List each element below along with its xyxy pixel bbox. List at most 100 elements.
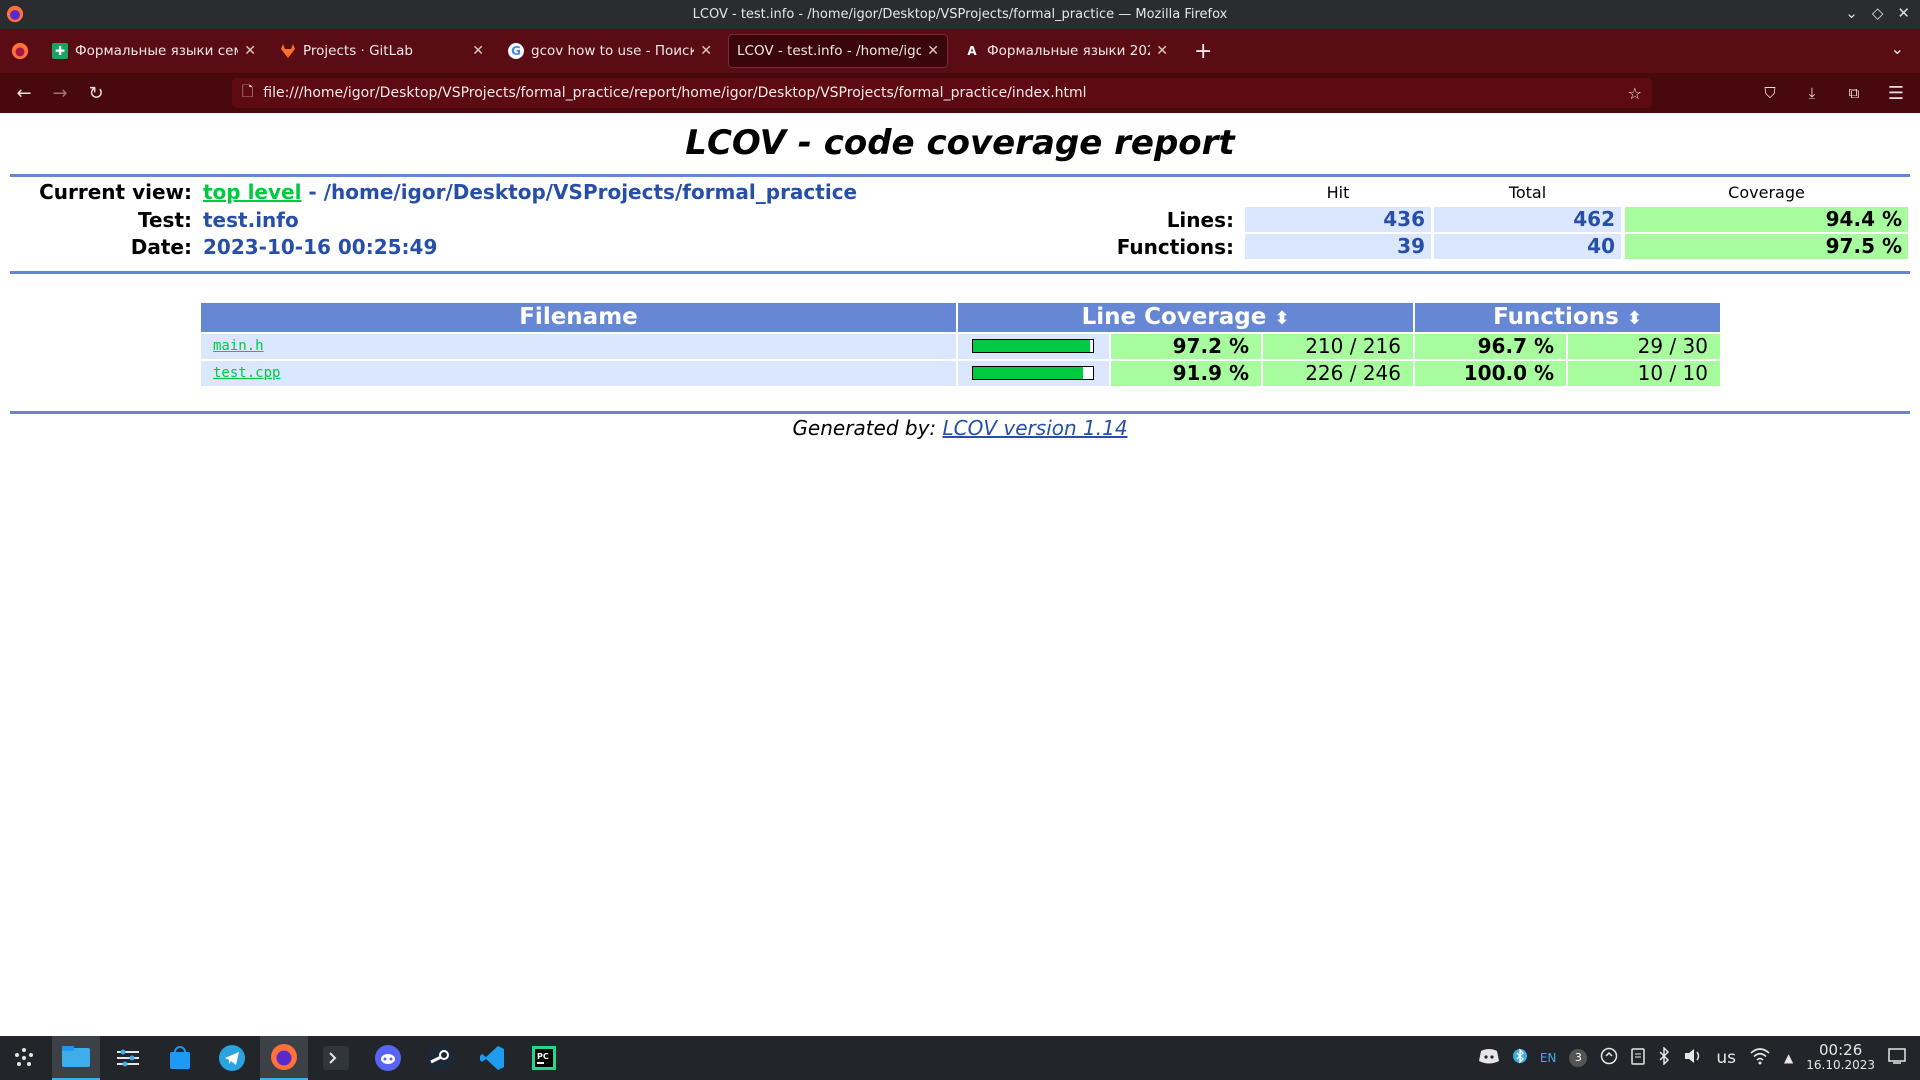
vscode-icon[interactable]: [468, 1036, 516, 1080]
firefox-view-button[interactable]: [0, 29, 40, 73]
window-titlebar: LCOV - test.info - /home/igor/Desktop/VS…: [0, 0, 1920, 29]
column-header-functions[interactable]: Functions ⬍: [1415, 303, 1720, 332]
table-row-filename: main.h: [201, 334, 956, 359]
app-launcher-icon[interactable]: [0, 1036, 48, 1080]
test-value: test.info: [203, 208, 299, 232]
hamburger-menu-icon[interactable]: ☰: [1878, 75, 1914, 111]
sheets-icon: ✚: [52, 43, 68, 59]
maximize-icon[interactable]: ◇: [1872, 4, 1884, 22]
url-bar[interactable]: 🗋 file:///home/igor/Desktop/VSProjects/f…: [232, 78, 1652, 108]
line-coverage-percent: 97.2 %: [1111, 334, 1261, 359]
line-coverage-ratio: 226 / 246: [1263, 361, 1413, 386]
pycharm-icon[interactable]: PC: [520, 1036, 568, 1080]
lines-total: 462: [1434, 207, 1621, 232]
tab-lcov-report[interactable]: LCOV - test.info - /home/igor/D ✕: [728, 34, 948, 68]
keyboard-layout[interactable]: us: [1716, 1048, 1736, 1068]
pocket-icon[interactable]: ⛉: [1752, 75, 1788, 111]
discord-tray-icon[interactable]: [1478, 1048, 1500, 1068]
tab-label: Формальные языки семи: [75, 43, 239, 59]
telegram-icon[interactable]: [208, 1036, 256, 1080]
forward-arrow-icon[interactable]: →: [42, 75, 78, 111]
minimize-icon[interactable]: ⌄: [1845, 4, 1858, 22]
bluetooth-icon[interactable]: [1658, 1046, 1670, 1069]
notifications-badge-icon[interactable]: 3: [1569, 1049, 1588, 1067]
discover-store-icon[interactable]: [156, 1036, 204, 1080]
functions-coverage: 97.5 %: [1625, 234, 1908, 259]
firefox-logo-icon: [6, 5, 24, 23]
current-view-value: top level - /home/igor/Desktop/VSProject…: [203, 180, 857, 204]
tab-close-icon[interactable]: ✕: [244, 43, 256, 59]
line-coverage-ratio: 210 / 216: [1263, 334, 1413, 359]
close-icon[interactable]: ✕: [1897, 4, 1910, 22]
tab-google-search[interactable]: G gcov how to use - Поиск в ✕: [500, 34, 720, 68]
page-content: LCOV - code coverage report Current view…: [0, 113, 1920, 1036]
coverage-bar-cell: [958, 334, 1109, 359]
file-manager-icon[interactable]: [52, 1036, 100, 1080]
google-icon: G: [508, 43, 524, 59]
downloads-icon[interactable]: ⤓: [1794, 75, 1830, 111]
keyboard-language[interactable]: EN: [1540, 1051, 1557, 1065]
coverage-bar-fill: [973, 340, 1090, 352]
tab-label: Формальные языки 2023: [987, 43, 1151, 59]
footer: Generated by: LCOV version 1.14: [0, 416, 1920, 440]
reload-icon[interactable]: ↻: [78, 75, 114, 111]
extensions-icon[interactable]: ⧉: [1836, 75, 1872, 111]
sort-arrows-icon[interactable]: ⬍: [1627, 308, 1642, 329]
divider-top: [10, 174, 1910, 177]
discord-icon[interactable]: [364, 1036, 412, 1080]
tab-close-icon[interactable]: ✕: [1156, 43, 1168, 59]
column-header-line-coverage[interactable]: Line Coverage ⬍: [958, 303, 1413, 332]
system-settings-icon[interactable]: [104, 1036, 152, 1080]
file-link-test-cpp[interactable]: test.cpp: [213, 365, 280, 381]
divider-middle: [10, 271, 1910, 274]
summary-header-total: Total: [1508, 183, 1547, 202]
tab-formal-languages-sheet[interactable]: ✚ Формальные языки семи ✕: [44, 34, 264, 68]
notifications-count: 3: [1574, 1051, 1582, 1064]
bluetooth-app-icon[interactable]: [1512, 1046, 1527, 1070]
function-coverage-ratio: 10 / 10: [1568, 361, 1720, 386]
clipboard-icon[interactable]: [1631, 1047, 1646, 1069]
coverage-bar: [972, 366, 1094, 380]
volume-icon[interactable]: [1683, 1047, 1703, 1069]
bookmark-star-icon[interactable]: ☆: [1628, 84, 1642, 103]
functions-hit: 39: [1245, 234, 1431, 259]
sort-arrows-icon[interactable]: ⬍: [1274, 308, 1289, 329]
tab-strip: ✚ Формальные языки семи ✕ Projects · Git…: [0, 29, 1920, 73]
functions-header-label: Functions: [1493, 304, 1619, 330]
tab-close-icon[interactable]: ✕: [700, 43, 712, 59]
new-tab-plus-icon[interactable]: +: [1194, 39, 1212, 64]
system-tray: EN 3 us ▲ 00:26 16.10.2023: [1478, 1036, 1920, 1080]
lcov-version-link[interactable]: LCOV version 1.14: [943, 416, 1128, 440]
tab-gitlab[interactable]: Projects · GitLab ✕: [272, 34, 492, 68]
date-value: 2023-10-16 00:25:49: [203, 235, 438, 259]
divider-bottom: [10, 411, 1910, 414]
window-title: LCOV - test.info - /home/igor/Desktop/VS…: [692, 7, 1228, 22]
show-desktop-icon[interactable]: [1888, 1048, 1906, 1068]
url-text[interactable]: file:///home/igor/Desktop/VSProjects/for…: [263, 85, 1086, 101]
tab-formal-languages-2023[interactable]: A Формальные языки 2023 ✕: [956, 34, 1176, 68]
update-manager-icon[interactable]: [1600, 1047, 1618, 1069]
tab-close-icon[interactable]: ✕: [472, 43, 484, 59]
functions-label: Functions:: [1116, 235, 1234, 259]
digital-clock[interactable]: 00:26 16.10.2023: [1806, 1043, 1875, 1073]
lines-coverage: 94.4 %: [1625, 207, 1908, 232]
tab-close-icon[interactable]: ✕: [927, 43, 939, 59]
tray-expand-arrow-icon[interactable]: ▲: [1784, 1051, 1793, 1065]
steam-icon[interactable]: [416, 1036, 464, 1080]
line-coverage-header-label: Line Coverage: [1081, 304, 1267, 330]
top-level-link[interactable]: top level: [203, 180, 301, 204]
coverage-bar-fill: [973, 367, 1084, 379]
back-arrow-icon[interactable]: ←: [6, 75, 42, 111]
terminal-icon[interactable]: [312, 1036, 360, 1080]
current-view-path: - /home/igor/Desktop/VSProjects/formal_p…: [301, 180, 858, 204]
tab-label: LCOV - test.info - /home/igor/D: [737, 43, 921, 59]
list-all-tabs-chevron-icon[interactable]: ⌄: [1891, 39, 1904, 58]
gitlab-icon: [280, 43, 296, 59]
lines-label: Lines:: [1166, 208, 1234, 232]
firefox-icon[interactable]: [260, 1036, 308, 1080]
lines-hit: 436: [1245, 207, 1431, 232]
date-label: Date:: [130, 235, 192, 259]
file-link-main-h[interactable]: main.h: [213, 338, 264, 354]
wifi-icon[interactable]: [1749, 1047, 1771, 1069]
window-controls: ⌄ ◇ ✕: [1845, 4, 1910, 22]
